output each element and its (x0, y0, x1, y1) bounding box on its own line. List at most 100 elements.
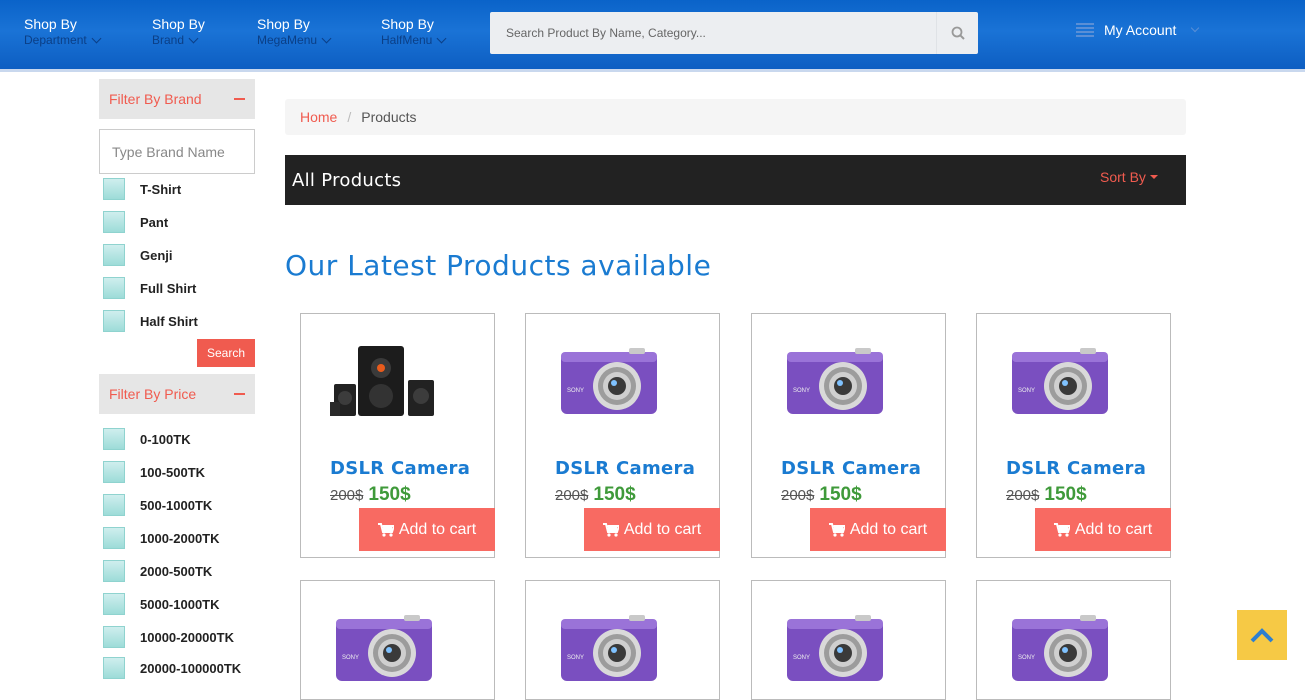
nav-shop-by-department[interactable]: Shop By Department (24, 16, 102, 48)
old-price: 200$ (555, 487, 589, 504)
product-image (330, 346, 434, 416)
brand-option[interactable]: T-Shirt (103, 178, 181, 200)
product-card[interactable] (300, 580, 495, 700)
chevron-down-icon (436, 33, 447, 44)
brand-search-button[interactable]: Search (197, 339, 255, 367)
checkbox[interactable] (103, 178, 125, 200)
product-card[interactable] (976, 580, 1171, 700)
new-price: 150$ (593, 484, 636, 505)
product-price: 200$ 150$ (330, 484, 411, 506)
cart-label: Add to cart (849, 520, 928, 538)
checkbox-label: T-Shirt (140, 181, 182, 197)
filter-title: Filter By Price (109, 386, 197, 402)
product-price: 200$ 150$ (781, 484, 862, 506)
cart-icon (1053, 522, 1070, 537)
nav-label: Shop By (257, 16, 310, 32)
section-title: Our Latest Products available (285, 249, 712, 282)
brand-option[interactable]: Pant (103, 211, 168, 233)
new-price: 150$ (368, 484, 411, 505)
product-name[interactable]: DSLR Camera (330, 458, 470, 479)
price-option[interactable]: 20000-100000TK (103, 657, 241, 679)
nav-sublabel: HalfMenu (381, 33, 433, 47)
product-name[interactable]: DSLR Camera (555, 458, 695, 479)
products-toolbar: All Products Sort By (285, 155, 1186, 205)
checkbox-label: 500-1000TK (140, 497, 213, 513)
nav-sublabel: Department (24, 33, 87, 47)
checkbox[interactable] (103, 527, 125, 549)
product-card[interactable] (525, 580, 720, 700)
product-name[interactable]: DSLR Camera (781, 458, 921, 479)
checkbox[interactable] (103, 428, 125, 450)
breadcrumb-separator: / (347, 109, 352, 125)
checkbox-label: 100-500TK (140, 464, 206, 480)
nav-shop-by-brand[interactable]: Shop By Brand (152, 16, 205, 48)
chevron-down-icon (1191, 23, 1200, 33)
checkbox-label: Genji (140, 247, 173, 263)
price-option[interactable]: 500-1000TK (103, 494, 212, 516)
minus-icon[interactable] (234, 393, 245, 395)
product-image (561, 615, 657, 681)
add-to-cart-button[interactable]: Add to cart (810, 508, 946, 551)
my-account-menu[interactable]: My Account (1076, 22, 1200, 38)
chevron-up-icon (1250, 628, 1274, 643)
price-option[interactable]: 100-500TK (103, 461, 205, 483)
add-to-cart-button[interactable]: Add to cart (1035, 508, 1171, 551)
price-option[interactable]: 1000-2000TK (103, 527, 220, 549)
nav-shop-by-halfmenu[interactable]: Shop By HalfMenu (381, 16, 447, 48)
breadcrumb-current: Products (361, 109, 417, 125)
checkbox-label: Pant (140, 214, 169, 230)
checkbox-label: 1000-2000TK (140, 530, 220, 546)
checkbox[interactable] (103, 310, 125, 332)
checkbox[interactable] (103, 461, 125, 483)
product-card[interactable]: DSLR Camera 200$ 150$ Add to cart (525, 313, 720, 558)
price-option[interactable]: 10000-20000TK (103, 626, 234, 648)
product-image (1012, 615, 1108, 681)
checkbox[interactable] (103, 494, 125, 516)
product-name[interactable]: DSLR Camera (1006, 458, 1146, 479)
scroll-to-top-button[interactable] (1237, 610, 1287, 660)
checkbox-label: 2000-500TK (140, 563, 213, 579)
nav-label: Shop By (152, 16, 205, 32)
product-card[interactable]: DSLR Camera 200$ 150$ Add to cart (751, 313, 946, 558)
minus-icon[interactable] (234, 98, 245, 100)
caret-down-icon (1149, 175, 1158, 179)
price-option[interactable]: 2000-500TK (103, 560, 212, 582)
product-image (787, 348, 883, 414)
price-option[interactable]: 0-100TK (103, 428, 191, 450)
filter-title: Filter By Brand (109, 91, 202, 107)
old-price: 200$ (1006, 487, 1040, 504)
product-card[interactable] (751, 580, 946, 700)
nav-shop-by-megamenu[interactable]: Shop By MegaMenu (257, 16, 332, 48)
product-card[interactable]: DSLR Camera 200$ 150$ Add to cart (976, 313, 1171, 558)
sort-by-dropdown[interactable]: Sort By (1100, 169, 1158, 185)
filter-by-brand-header[interactable]: Filter By Brand (99, 79, 255, 119)
checkbox[interactable] (103, 593, 125, 615)
cart-label: Add to cart (398, 520, 477, 538)
add-to-cart-button[interactable]: Add to cart (584, 508, 720, 551)
checkbox-label: 0-100TK (140, 431, 191, 447)
chevron-down-icon (91, 33, 102, 44)
search-input[interactable] (490, 12, 936, 54)
checkbox[interactable] (103, 244, 125, 266)
cart-icon (602, 522, 619, 537)
search-button[interactable] (936, 12, 978, 54)
checkbox[interactable] (103, 277, 125, 299)
old-price: 200$ (330, 487, 364, 504)
new-price: 150$ (819, 484, 862, 505)
breadcrumb-home-link[interactable]: Home (300, 109, 337, 125)
brand-option[interactable]: Half Shirt (103, 310, 198, 332)
nav-sublabel: Brand (152, 33, 185, 47)
brand-option[interactable]: Full Shirt (103, 277, 196, 299)
nav-sublabel: MegaMenu (257, 33, 318, 47)
product-card[interactable]: DSLR Camera 200$ 150$ Add to cart (300, 313, 495, 558)
filter-by-price-header[interactable]: Filter By Price (99, 374, 255, 414)
add-to-cart-button[interactable]: Add to cart (359, 508, 495, 551)
cart-icon (828, 522, 845, 537)
checkbox[interactable] (103, 657, 125, 679)
checkbox[interactable] (103, 626, 125, 648)
checkbox[interactable] (103, 211, 125, 233)
brand-option[interactable]: Genji (103, 244, 173, 266)
checkbox[interactable] (103, 560, 125, 582)
price-option[interactable]: 5000-1000TK (103, 593, 220, 615)
brand-name-input[interactable] (99, 129, 255, 174)
